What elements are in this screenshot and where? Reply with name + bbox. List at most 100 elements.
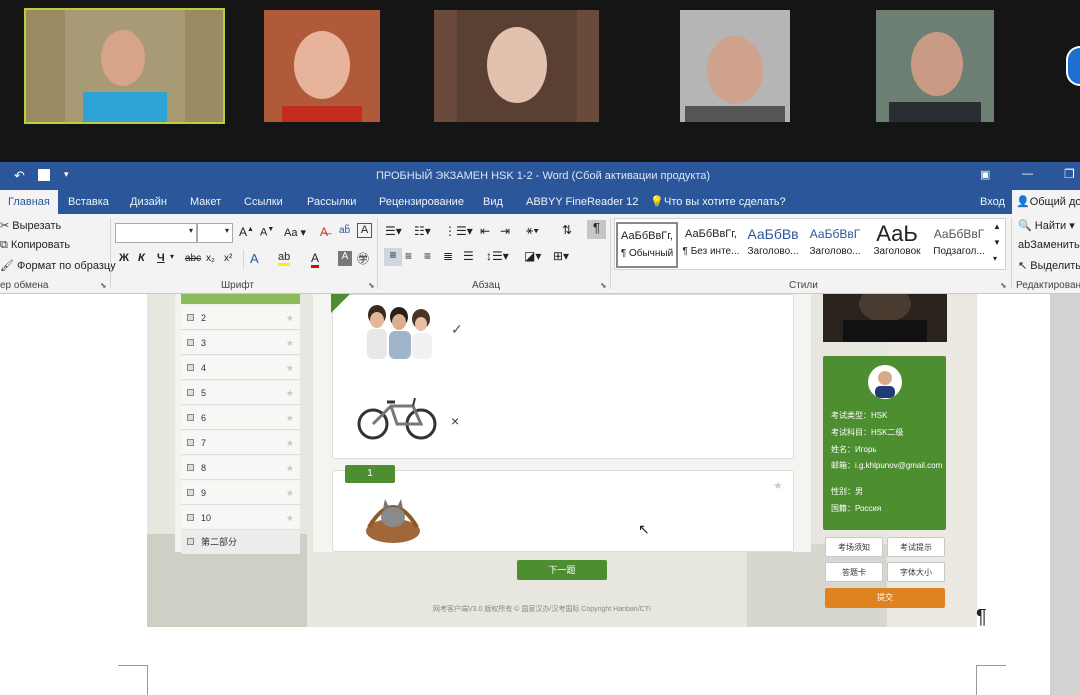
minimize-icon[interactable]: — [1022, 168, 1033, 180]
find-button[interactable]: 🔍 Найти ▾ [1018, 219, 1075, 232]
clear-formatting-icon[interactable]: A̶ [320, 225, 328, 239]
bold-button[interactable]: Ж [119, 252, 129, 264]
align-center-icon[interactable]: ≡ [405, 249, 412, 263]
participant-video-4[interactable] [680, 10, 790, 122]
text-effects-icon[interactable]: A [250, 251, 259, 266]
question-item[interactable]: 4 ★ [181, 356, 300, 380]
bullets-icon[interactable]: ☰▾ [385, 224, 402, 238]
tab-review[interactable]: Рецензирование [379, 190, 464, 214]
tab-abbyy[interactable]: ABBYY FineReader 12 [526, 190, 638, 214]
numbering-icon[interactable]: ☷▾ [414, 224, 431, 238]
save-icon[interactable] [38, 169, 50, 181]
question-item[interactable]: 6 ★ [181, 406, 300, 430]
question-item[interactable]: 10 ★ [181, 506, 300, 530]
select-button[interactable]: ↖ Выделить [1018, 259, 1080, 272]
copy-button[interactable]: ⧉ Копировать [0, 239, 70, 252]
show-formatting-marks-icon[interactable]: ¶ [587, 220, 606, 239]
strikethrough-icon[interactable]: abc [185, 253, 201, 264]
style-normal[interactable]: АаБбВвГг, ¶ Обычный [616, 222, 678, 268]
font-size-button[interactable]: 字体大小 [887, 562, 945, 582]
asian-layout-icon[interactable]: ⚹▾ [526, 223, 539, 238]
question-item[interactable]: 2 ★ [181, 306, 300, 330]
star-icon[interactable]: ★ [286, 456, 294, 480]
italic-button[interactable]: К [138, 252, 145, 264]
question-item[interactable]: 9 ★ [181, 481, 300, 505]
format-painter-button[interactable]: 🖌 Формат по образцу [0, 259, 116, 272]
font-launcher-icon[interactable]: ⬊ [368, 281, 375, 290]
tab-insert[interactable]: Вставка [68, 190, 109, 214]
increase-indent-icon[interactable]: ⇥ [500, 224, 510, 238]
grow-font-icon[interactable]: A▲ [239, 225, 254, 239]
undo-icon[interactable]: ↶ [14, 168, 25, 184]
quick-access-menu-icon[interactable]: ▾ [64, 169, 69, 180]
styles-launcher-icon[interactable]: ⬊ [1000, 281, 1007, 290]
participant-video-1[interactable] [24, 8, 225, 124]
star-icon[interactable]: ★ [286, 331, 294, 355]
star-icon[interactable]: ★ [773, 479, 783, 492]
paragraph-launcher-icon[interactable]: ⬊ [600, 281, 607, 290]
tab-layout[interactable]: Макет [190, 190, 221, 214]
tab-design[interactable]: Дизайн [130, 190, 167, 214]
style-heading-2[interactable]: АаБбВвГ Заголово... [804, 222, 866, 268]
chevron-down-icon[interactable]: ▾ [170, 252, 174, 261]
question-item[interactable]: 7 ★ [181, 431, 300, 455]
chat-bubble-icon[interactable] [1066, 46, 1080, 86]
styles-scroll-down-icon[interactable]: ▼ [993, 238, 1001, 247]
tab-mailings[interactable]: Рассылки [307, 190, 356, 214]
next-question-button[interactable]: 下一题 [517, 560, 607, 580]
align-right-icon[interactable]: ≡ [424, 249, 431, 263]
font-size-combo[interactable]: ▾ [197, 223, 233, 243]
exam-rules-button[interactable]: 考场须知 [825, 537, 883, 557]
share-button[interactable]: 👤Общий до [1012, 190, 1080, 214]
styles-scroll-up-icon[interactable]: ▲ [993, 222, 1001, 231]
star-icon[interactable]: ★ [286, 356, 294, 380]
shading-icon[interactable]: ◪▾ [524, 249, 541, 263]
question-item[interactable]: 3 ★ [181, 331, 300, 355]
highlight-color-icon[interactable]: ab [278, 251, 291, 266]
phonetic-guide-icon[interactable]: ab̃ [339, 225, 350, 236]
section-header[interactable]: 第二部分 [181, 530, 300, 554]
style-no-spacing[interactable]: АаБбВвГг, ¶ Без инте... [680, 222, 742, 268]
participant-video-5[interactable] [876, 10, 994, 122]
star-icon[interactable]: ★ [286, 481, 294, 505]
character-border-icon[interactable]: A [357, 223, 372, 238]
borders-icon[interactable]: ⊞▾ [553, 249, 569, 263]
underline-button[interactable]: Ч [157, 252, 165, 264]
cut-button[interactable]: ✂ Вырезать [0, 219, 61, 232]
answer-sheet-button[interactable]: 答题卡 [825, 562, 883, 582]
star-icon[interactable]: ★ [286, 506, 294, 530]
line-spacing-icon[interactable]: ↕☰▾ [486, 249, 509, 263]
replace-button[interactable]: abЗаменить [1018, 239, 1080, 251]
superscript-icon[interactable]: x² [224, 253, 232, 264]
star-icon[interactable]: ★ [286, 406, 294, 430]
tab-references[interactable]: Ссылки [244, 190, 283, 214]
tab-home[interactable]: Главная [0, 190, 58, 214]
sign-in-link[interactable]: Вход [980, 190, 1005, 214]
star-icon[interactable]: ★ [286, 306, 294, 330]
change-case-button[interactable]: Aa ▾ [284, 226, 306, 239]
subscript-icon[interactable]: x₂ [206, 253, 215, 264]
question-item[interactable]: 5 ★ [181, 381, 300, 405]
star-icon[interactable]: ★ [286, 431, 294, 455]
justify-icon[interactable]: ≣ [443, 249, 453, 263]
question-item[interactable]: 8 ★ [181, 456, 300, 480]
restore-icon[interactable]: ❐ [1064, 167, 1075, 181]
distributed-icon[interactable]: ☰ [463, 249, 474, 263]
tell-me-search[interactable]: Что вы хотите сделать? [664, 190, 786, 214]
exam-tips-button[interactable]: 考试提示 [887, 537, 945, 557]
multilevel-list-icon[interactable]: ⋮☰▾ [444, 224, 473, 238]
character-shading-icon[interactable]: A [338, 251, 352, 266]
style-subtitle[interactable]: АаБбВвГ Подзагол... [928, 222, 990, 268]
participant-video-2[interactable] [264, 10, 380, 122]
shrink-font-icon[interactable]: A▼ [260, 226, 274, 239]
tab-view[interactable]: Вид [483, 190, 503, 214]
align-left-icon[interactable]: ≡ [384, 248, 402, 266]
document-page[interactable]: 2 ★ 3 ★ 4 ★ 5 ★ 6 ★ 7 ★ 8 ★ 9 ★ 10 ★ 第二部分 [0, 294, 1050, 695]
decrease-indent-icon[interactable]: ⇤ [480, 224, 490, 238]
font-color-icon[interactable]: A [311, 251, 320, 268]
star-icon[interactable]: ★ [286, 381, 294, 405]
clipboard-launcher-icon[interactable]: ⬊ [100, 281, 107, 290]
enclose-characters-icon[interactable]: ㊫ [357, 250, 369, 267]
style-title[interactable]: АаЬ Заголовок [866, 222, 928, 268]
sort-icon[interactable]: ⇅ [562, 223, 572, 237]
